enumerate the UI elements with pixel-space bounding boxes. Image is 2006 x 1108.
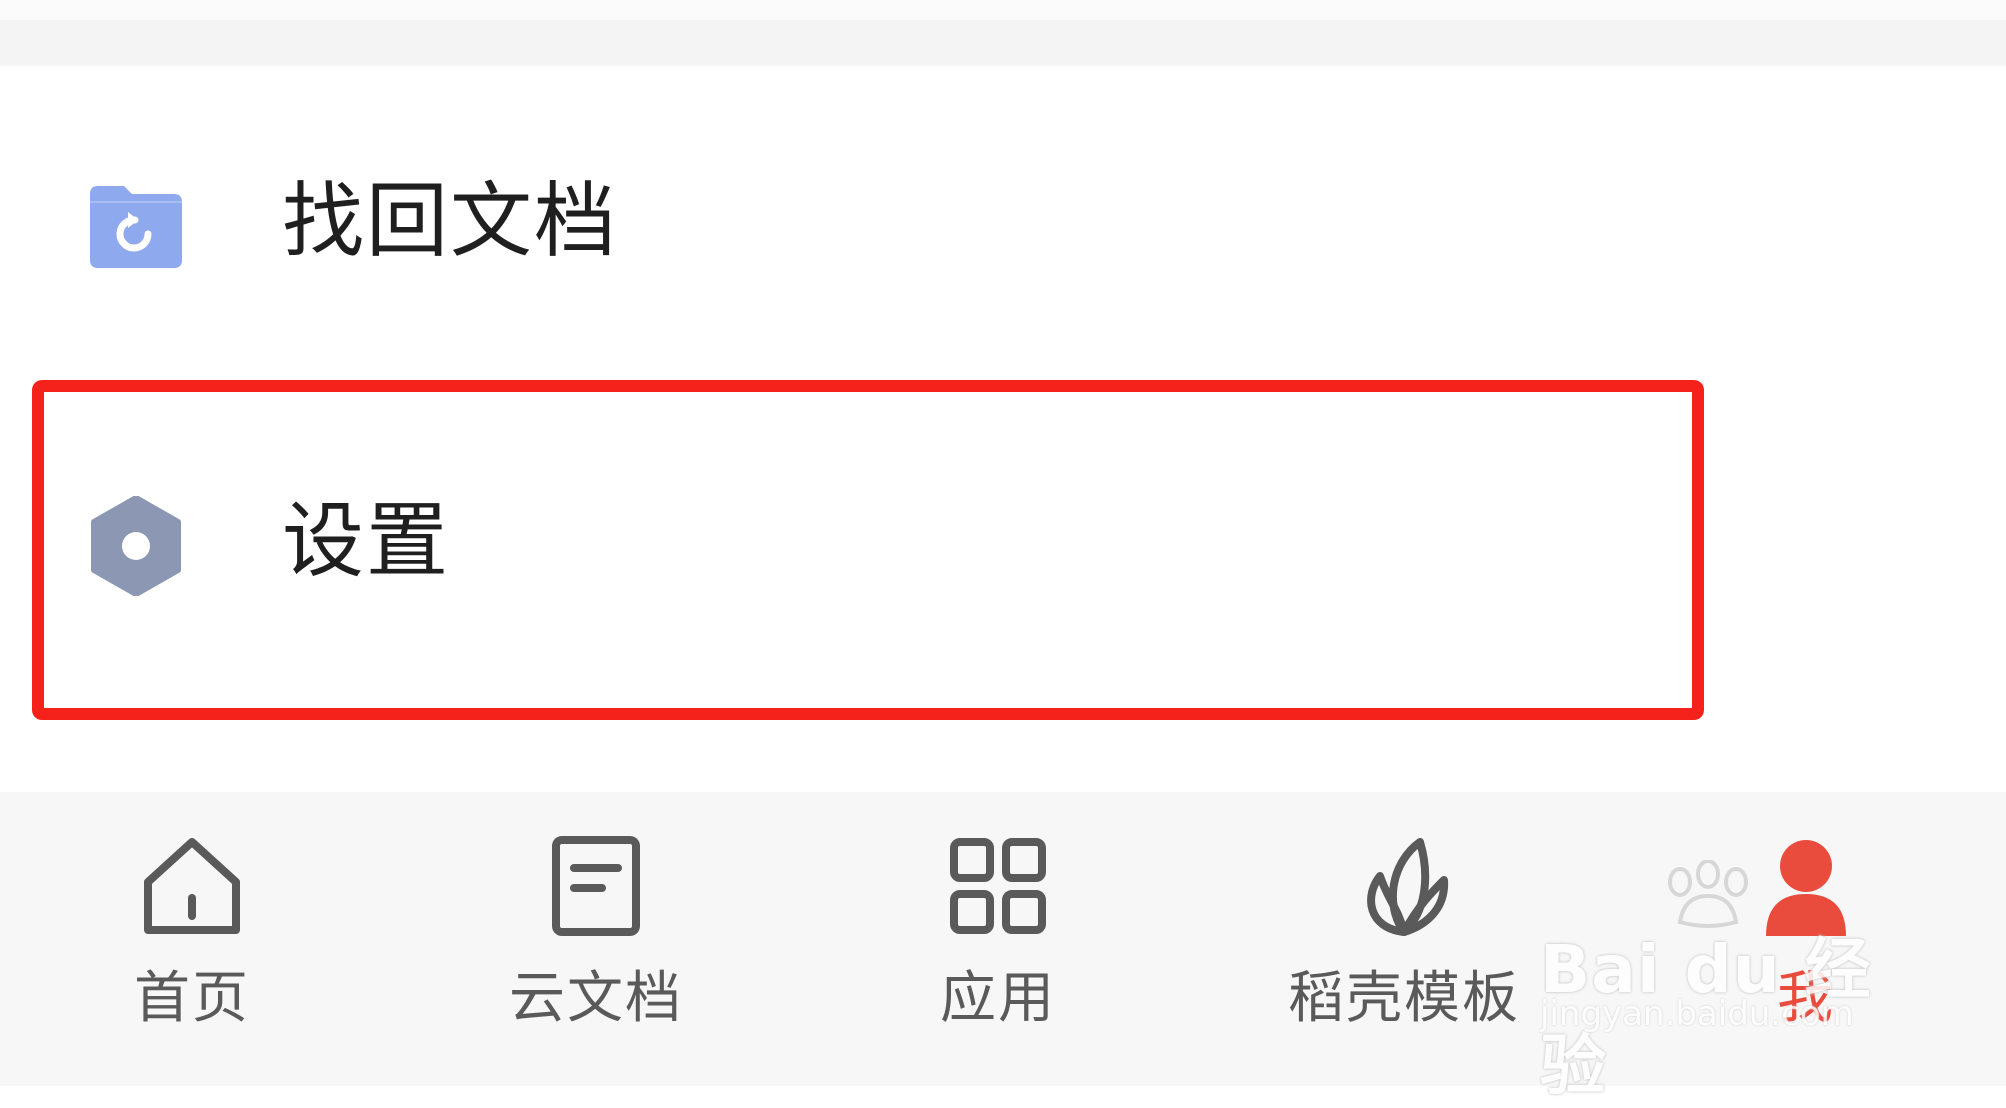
nav-tab-label: 应用 xyxy=(940,966,1056,1031)
nav-tab-cloud-docs[interactable]: 云文档 xyxy=(446,792,746,1086)
menu-item-label: 找回文档 xyxy=(282,174,619,269)
top-strip-highlight xyxy=(0,0,2006,20)
apps-grid-icon xyxy=(948,836,1048,936)
top-divider-strip xyxy=(0,0,2006,66)
menu-item-recover-documents[interactable]: 找回文档 xyxy=(0,100,2006,340)
home-icon xyxy=(142,836,242,936)
watermark-url-text: jingyan.baidu.com xyxy=(1540,994,1854,1034)
nav-tab-home[interactable]: 首页 xyxy=(42,792,342,1086)
nav-tab-label: 云文档 xyxy=(509,966,683,1031)
folder-restore-icon xyxy=(86,176,186,276)
baidu-jingyan-watermark: Bai du 经验 jingyan.baidu.com xyxy=(1530,860,1910,1104)
nav-tab-docer-templates[interactable]: 稻壳模板 xyxy=(1254,792,1554,1086)
nav-tab-label: 首页 xyxy=(134,966,250,1031)
leaf-icon xyxy=(1354,836,1454,936)
document-icon xyxy=(546,836,646,936)
nav-tab-apps[interactable]: 应用 xyxy=(848,792,1148,1086)
highlight-annotation-box xyxy=(32,380,1704,720)
nav-tab-label: 稻壳模板 xyxy=(1288,966,1520,1031)
